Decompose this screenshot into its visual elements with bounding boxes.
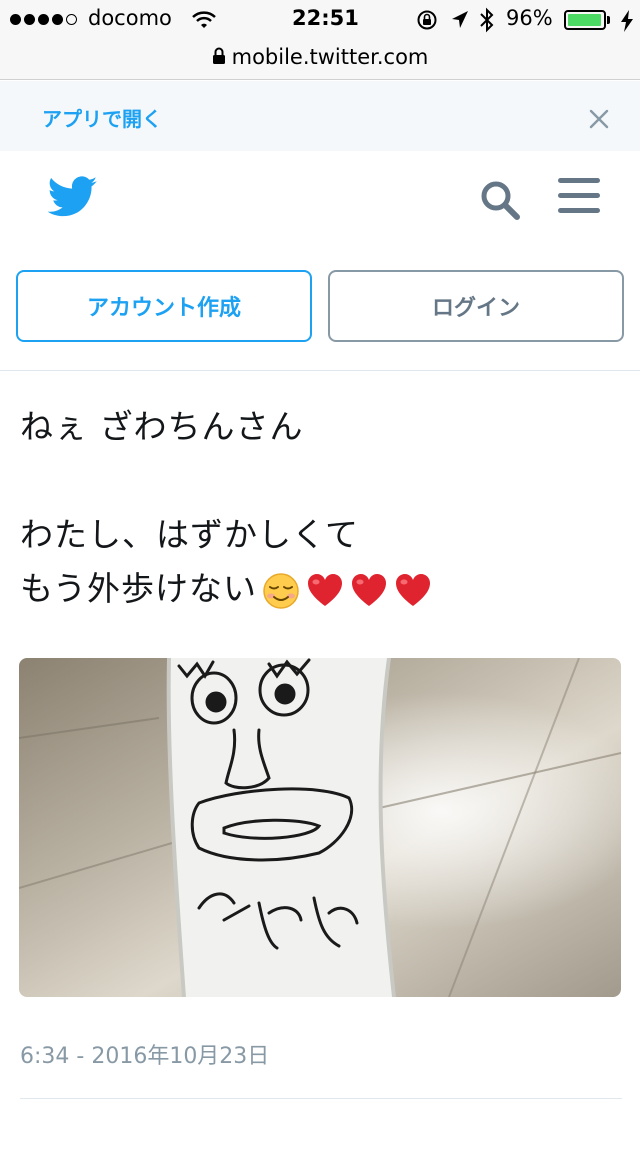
login-button[interactable]: ログイン bbox=[328, 270, 624, 342]
tweet-timestamp[interactable]: 6:34 - 2016年10月23日 bbox=[20, 1038, 269, 1070]
orientation-lock-icon bbox=[417, 10, 437, 30]
signal-dot bbox=[24, 14, 35, 25]
clock: 22:51 bbox=[292, 6, 359, 30]
close-icon[interactable] bbox=[582, 102, 616, 136]
smiling-face-emoji-icon bbox=[263, 572, 299, 609]
charging-bolt-icon bbox=[621, 10, 633, 32]
tweet-body: ねぇ ざわちんさん わたし、はずかしくて もう外歩けない bbox=[20, 400, 620, 616]
red-heart-icon bbox=[352, 573, 387, 606]
divider bbox=[20, 1098, 622, 1099]
signal-dot bbox=[10, 14, 21, 25]
signal-dot bbox=[38, 14, 49, 25]
carrier-name: docomo bbox=[88, 6, 172, 30]
signup-button[interactable]: アカウント作成 bbox=[16, 270, 312, 342]
wifi-icon bbox=[192, 11, 216, 28]
search-icon[interactable] bbox=[478, 178, 522, 222]
red-heart-icon bbox=[396, 573, 431, 606]
tweet-emoji bbox=[261, 571, 433, 611]
tweet-photo[interactable] bbox=[19, 658, 621, 997]
bluetooth-icon bbox=[480, 7, 494, 33]
signal-dot bbox=[66, 14, 77, 25]
open-in-app-banner: アプリで開く bbox=[0, 81, 640, 151]
url-text: mobile.twitter.com bbox=[231, 45, 429, 69]
red-heart-icon bbox=[308, 573, 343, 606]
url-display[interactable]: mobile.twitter.com bbox=[0, 45, 640, 69]
open-in-app-link[interactable]: アプリで開く bbox=[42, 103, 162, 132]
lock-icon bbox=[212, 47, 225, 64]
top-navigation bbox=[0, 151, 640, 241]
battery-tip bbox=[607, 16, 610, 24]
battery-icon bbox=[564, 10, 606, 30]
signal-dot bbox=[52, 14, 63, 25]
signal-strength-icon bbox=[10, 14, 77, 25]
status-bar: docomo 22:51 96% bbox=[0, 0, 640, 40]
location-arrow-icon bbox=[452, 11, 468, 28]
battery-percent: 96% bbox=[506, 6, 553, 30]
twitter-bird-icon[interactable] bbox=[48, 176, 98, 218]
hamburger-menu-icon[interactable] bbox=[556, 176, 602, 216]
